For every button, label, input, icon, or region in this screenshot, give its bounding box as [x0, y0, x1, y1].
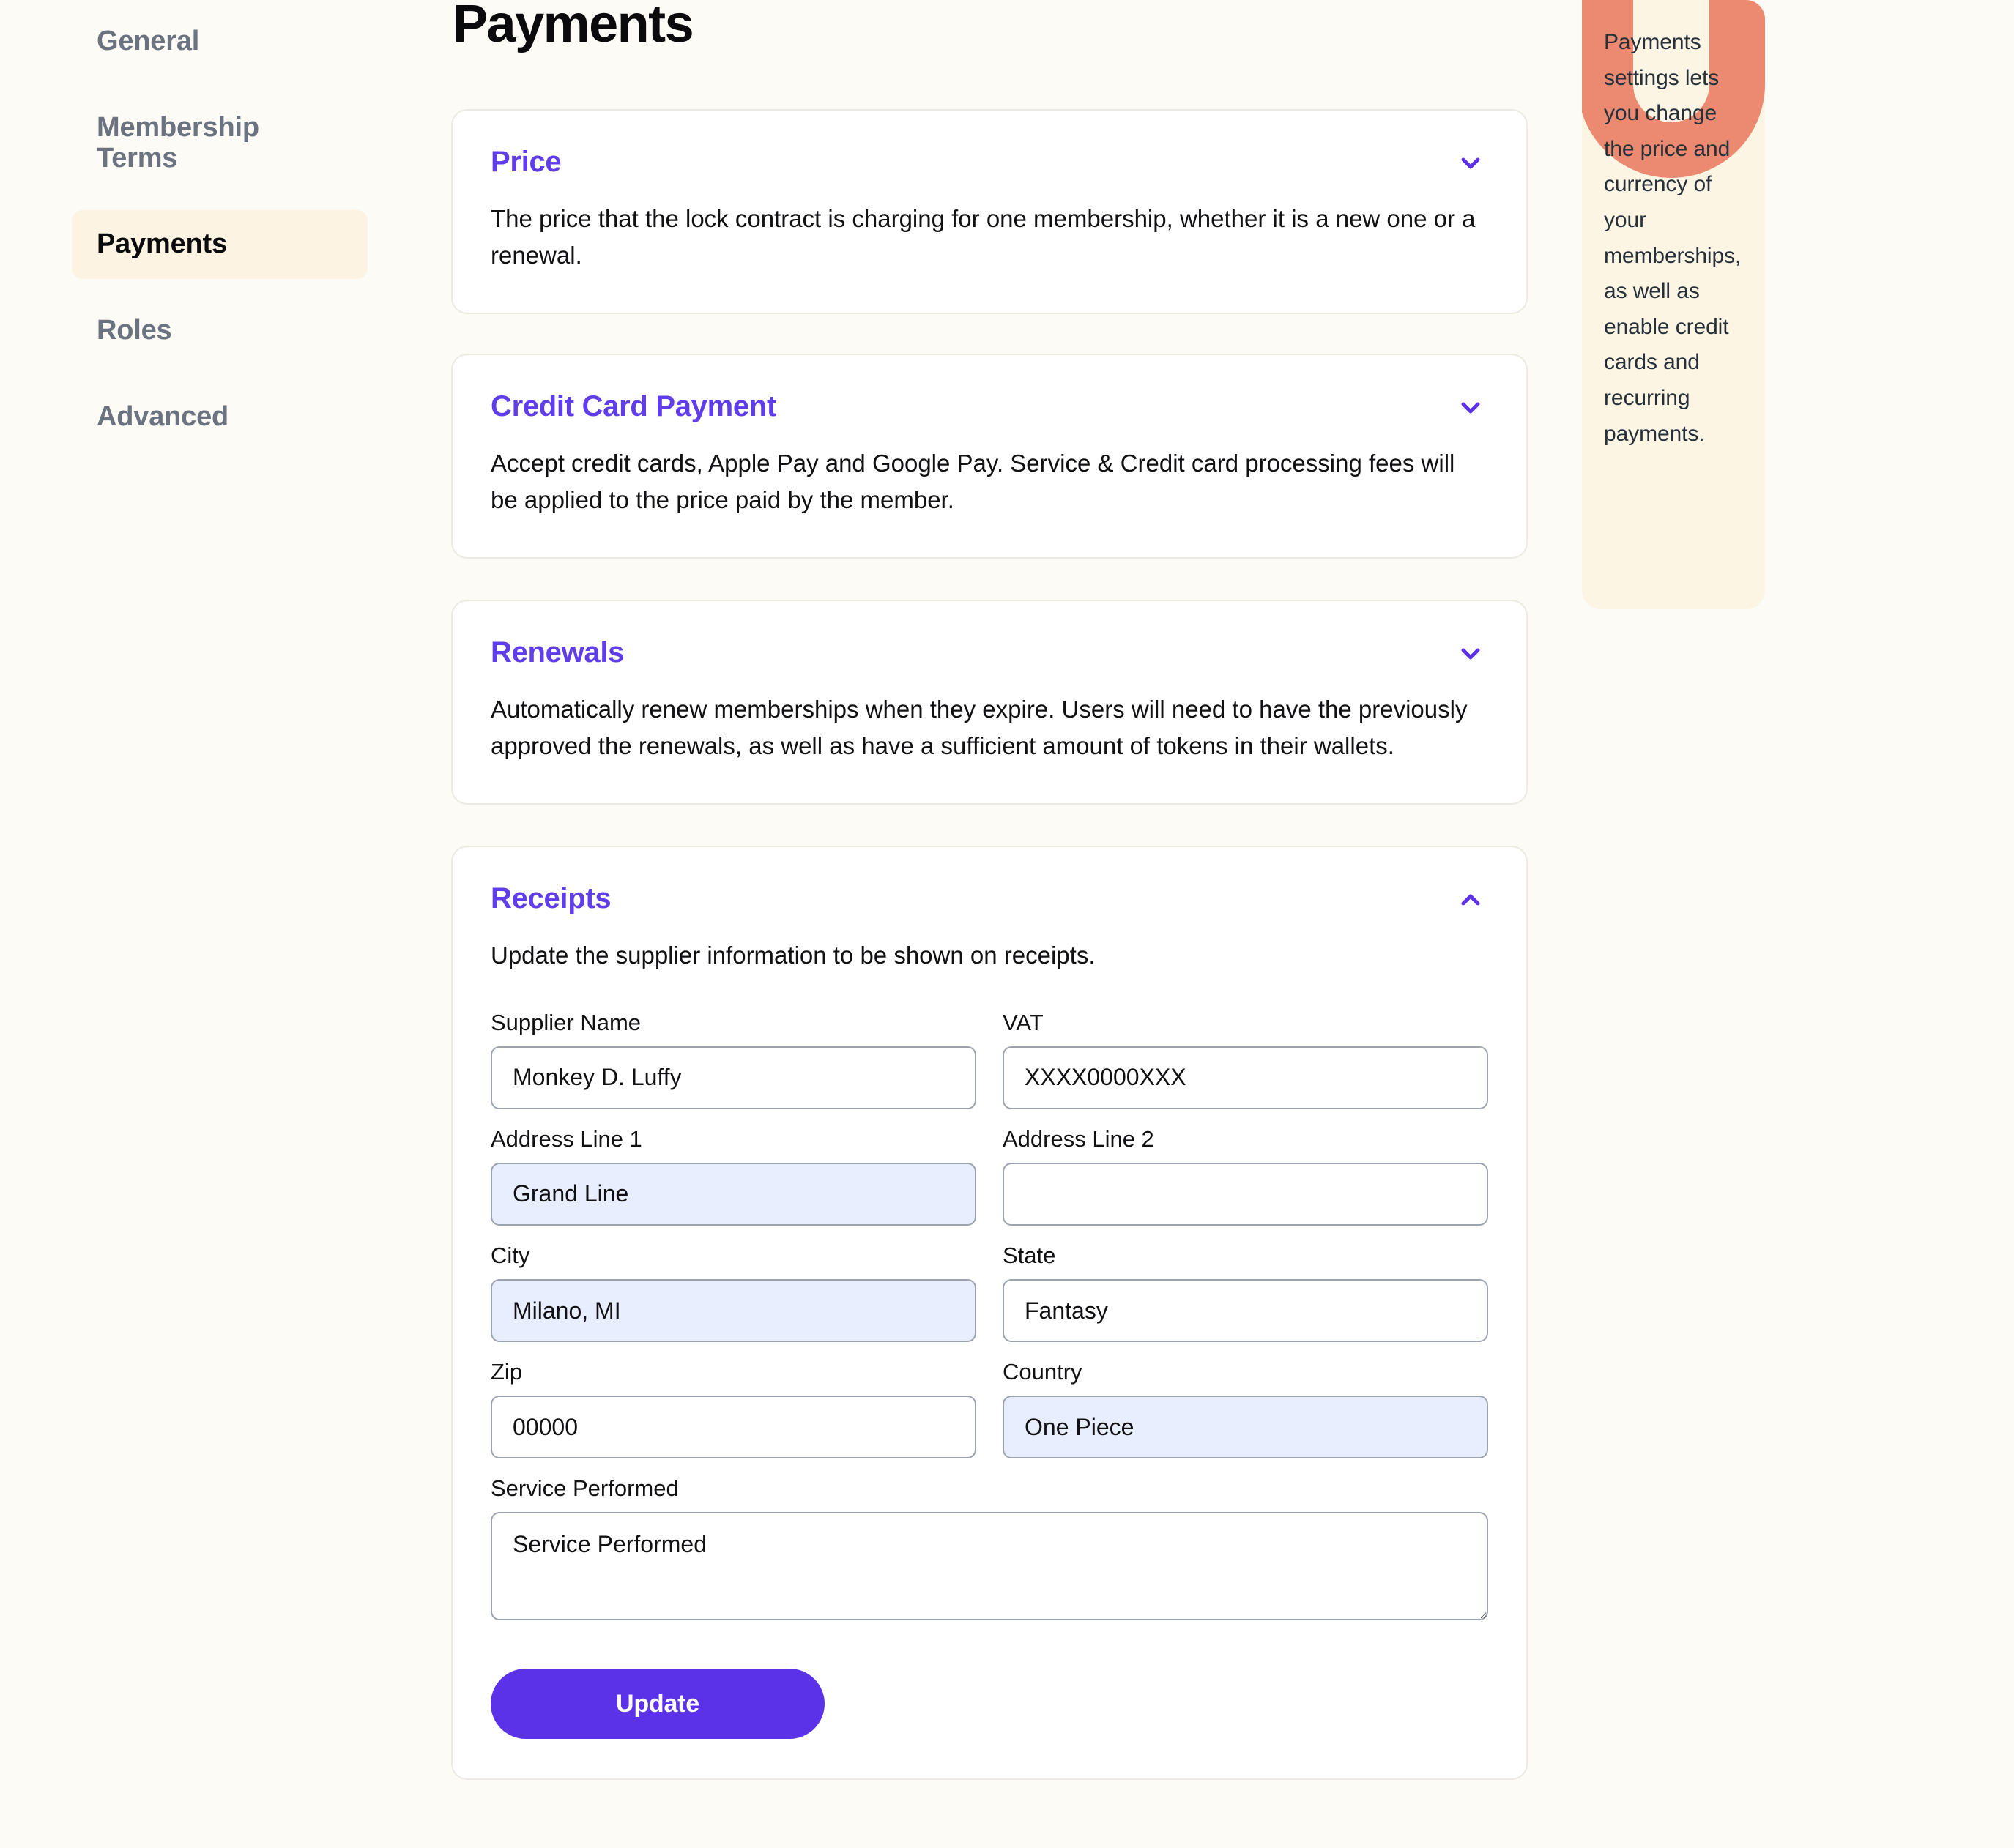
field-city: City — [491, 1242, 976, 1343]
renewals-card: Renewals Automatically renew memberships… — [451, 600, 1528, 805]
chevron-down-icon[interactable] — [1456, 639, 1485, 668]
credit-card-payment-card: Credit Card Payment Accept credit cards,… — [451, 354, 1528, 559]
address-line-1-label: Address Line 1 — [491, 1125, 642, 1152]
address-line-2-input[interactable] — [1003, 1162, 1488, 1226]
service-performed-label: Service Performed — [491, 1475, 679, 1502]
chevron-down-icon[interactable] — [1456, 149, 1485, 178]
country-label: Country — [1003, 1359, 1082, 1385]
info-panel-text: Payments settings lets you change the pr… — [1604, 30, 1742, 446]
price-card-title: Price — [491, 146, 562, 178]
sidebar-item-label: Roles — [97, 315, 172, 346]
info-panel: Payments settings lets you change the pr… — [1582, 0, 1765, 609]
address-line-1-input[interactable] — [491, 1162, 976, 1226]
sidebar-item-label: Membership Terms — [97, 111, 259, 174]
form-row-service-performed: Service Performed — [491, 1475, 1488, 1621]
vat-label: VAT — [1003, 1009, 1044, 1035]
field-service-performed: Service Performed — [491, 1475, 1488, 1621]
receipts-card-title: Receipts — [491, 882, 612, 914]
form-row-address: Address Line 1 Address Line 2 — [491, 1125, 1488, 1226]
chevron-down-icon[interactable] — [1456, 393, 1485, 422]
supplier-name-label: Supplier Name — [491, 1009, 642, 1035]
page-title: Payments — [453, 0, 694, 53]
credit-card-payment-description: Accept credit cards, Apple Pay and Googl… — [491, 450, 1455, 513]
service-performed-textarea[interactable] — [491, 1512, 1488, 1621]
field-address-line-2: Address Line 2 — [1003, 1125, 1488, 1226]
chevron-up-icon[interactable] — [1456, 885, 1485, 914]
address-line-2-label: Address Line 2 — [1003, 1125, 1154, 1152]
sidebar-item-advanced[interactable]: Advanced — [72, 383, 368, 452]
sidebar-item-label: Advanced — [97, 400, 229, 432]
field-vat: VAT — [1003, 1009, 1488, 1109]
settings-page: General Membership Terms Payments Roles … — [0, 0, 2014, 1848]
settings-sidebar: General Membership Terms Payments Roles … — [0, 0, 439, 452]
field-zip: Zip — [491, 1358, 976, 1459]
receipts-form: Supplier Name VAT Address Line 1 Address — [491, 1009, 1488, 1740]
price-card-description: The price that the lock contract is char… — [491, 205, 1476, 269]
sidebar-item-payments[interactable]: Payments — [72, 210, 368, 280]
state-label: State — [1003, 1242, 1056, 1268]
renewals-card-description: Automatically renew memberships when the… — [491, 696, 1468, 759]
renewals-card-title: Renewals — [491, 636, 625, 668]
receipts-card: Receipts Update the supplier information… — [451, 846, 1528, 1781]
sidebar-item-general[interactable]: General — [72, 7, 368, 76]
main-content: Payments Price The price that the lock c… — [451, 0, 1528, 1781]
form-row-zip-country: Zip Country — [491, 1358, 1488, 1459]
sidebar-item-membership-terms[interactable]: Membership Terms — [72, 94, 368, 193]
credit-card-payment-title: Credit Card Payment — [491, 390, 776, 422]
field-supplier-name: Supplier Name — [491, 1009, 976, 1109]
sidebar-item-label: General — [97, 26, 200, 56]
field-state: State — [1003, 1242, 1488, 1343]
zip-input[interactable] — [491, 1396, 976, 1459]
zip-label: Zip — [491, 1359, 523, 1385]
receipts-card-description: Update the supplier information to be sh… — [491, 942, 1096, 969]
city-label: City — [491, 1242, 530, 1268]
supplier-name-input[interactable] — [491, 1046, 976, 1109]
country-input[interactable] — [1003, 1396, 1488, 1459]
vat-input[interactable] — [1003, 1046, 1488, 1109]
update-button[interactable]: Update — [491, 1669, 825, 1740]
form-row-city-state: City State — [491, 1242, 1488, 1343]
city-input[interactable] — [491, 1279, 976, 1343]
field-address-line-1: Address Line 1 — [491, 1125, 976, 1226]
field-country: Country — [1003, 1358, 1488, 1459]
price-card: Price The price that the lock contract i… — [451, 109, 1528, 314]
state-input[interactable] — [1003, 1279, 1488, 1343]
sidebar-item-label: Payments — [97, 228, 227, 260]
sidebar-item-roles[interactable]: Roles — [72, 297, 368, 365]
form-row-supplier-vat: Supplier Name VAT — [491, 1009, 1488, 1109]
